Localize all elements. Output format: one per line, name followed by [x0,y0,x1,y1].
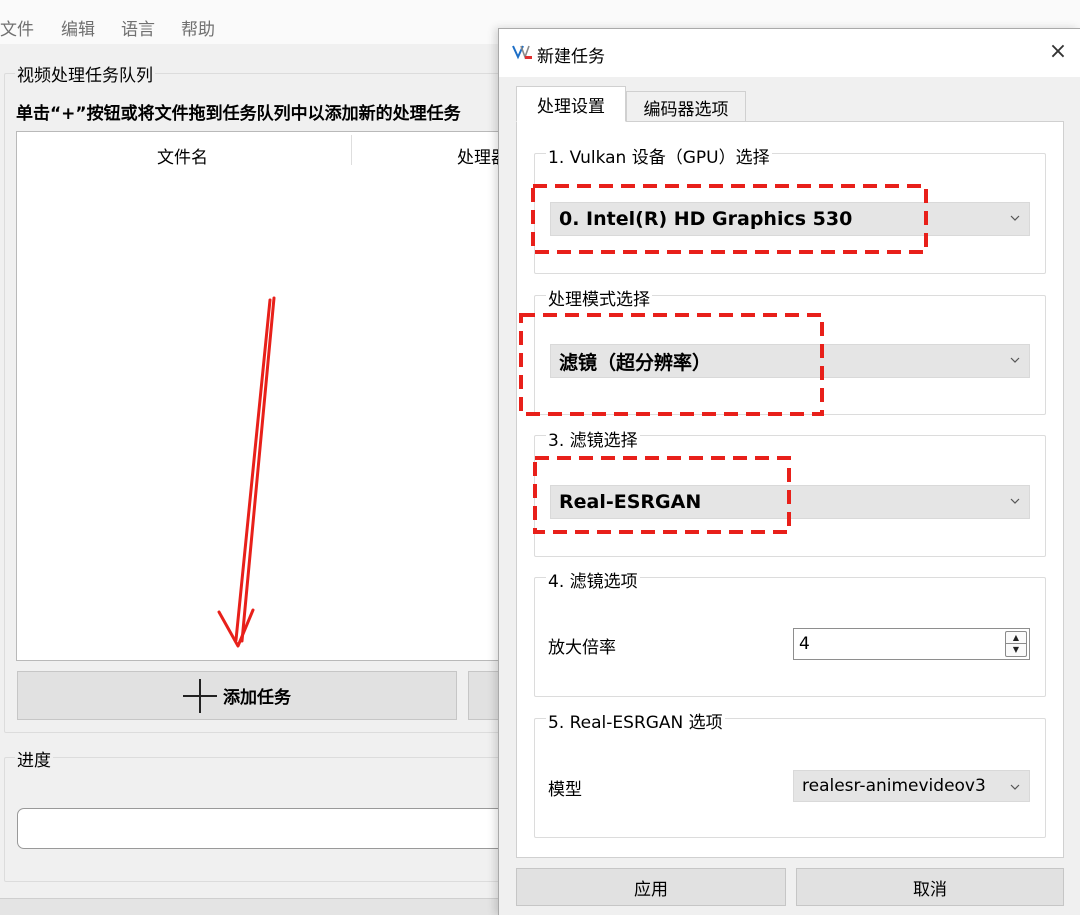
model-label: 模型 [548,780,582,800]
gpu-section-title: 1. Vulkan 设备（GPU）选择 [546,143,772,168]
plus-icon [183,678,217,713]
cancel-label: 取消 [913,879,947,900]
chevron-down-icon [1010,357,1020,363]
menu-help[interactable]: 帮助 [181,15,215,40]
mode-select-value: 滤镜（超分辨率） [559,351,712,374]
queue-hint: 单击“+”按钮或将文件拖到任务队列中以添加新的处理任务 [16,104,461,124]
add-task-button[interactable]: 添加任务 [17,671,457,720]
tab-label: 处理设置 [537,96,605,117]
mode-section-title: 处理模式选择 [546,285,652,310]
chevron-down-icon [1010,784,1020,790]
column-separator [351,135,352,165]
apply-button[interactable]: 应用 [516,868,786,906]
app-icon [512,45,532,60]
spin-buttons: ▲ ▼ [1005,631,1027,657]
scale-spinbox[interactable]: 4 ▲ ▼ [793,628,1030,660]
apply-label: 应用 [634,879,668,900]
new-task-dialog: 新建任务 × 处理设置 编码器选项 1. Vulkan 设备（GPU）选择 0.… [498,28,1080,915]
filter-section-title: 3. 滤镜选择 [546,426,640,451]
tab-encoder-options[interactable]: 编码器选项 [626,91,746,122]
scale-label: 放大倍率 [548,638,616,658]
bottom-strip [0,898,500,915]
mode-select[interactable]: 滤镜（超分辨率） [550,344,1030,378]
filter-select-value: Real-ESRGAN [559,491,702,513]
column-filename[interactable]: 文件名 [157,143,208,168]
queue-group-title: 视频处理任务队列 [15,61,155,86]
task-table[interactable]: 文件名 处理器 [16,131,516,661]
chevron-down-icon [1010,498,1020,504]
gpu-select-value: 0. Intel(R) HD Graphics 530 [559,208,853,230]
tab-label: 编码器选项 [643,99,729,120]
progress-bar [17,808,517,849]
gpu-select[interactable]: 0. Intel(R) HD Graphics 530 [550,202,1030,236]
model-select-value: realesr-animevideov3 [802,776,986,796]
add-task-label: 添加任务 [223,688,291,708]
filter-options-title: 4. 滤镜选项 [546,567,640,592]
chevron-down-icon [1010,215,1020,221]
spin-up-icon[interactable]: ▲ [1006,632,1026,644]
spin-down-icon[interactable]: ▼ [1006,644,1026,656]
dialog-titlebar: 新建任务 × [499,29,1080,77]
model-select[interactable]: realesr-animevideov3 [793,770,1030,802]
progress-group-title: 进度 [15,746,53,771]
tab-processing-settings[interactable]: 处理设置 [516,86,626,122]
tab-panel: 1. Vulkan 设备（GPU）选择 0. Intel(R) HD Graph… [516,121,1064,858]
filter-select[interactable]: Real-ESRGAN [550,485,1030,519]
menu-edit[interactable]: 编辑 [61,15,95,40]
esrgan-options-title: 5. Real-ESRGAN 选项 [546,708,725,733]
dialog-title: 新建任务 [537,47,605,67]
menu-file[interactable]: 文件 [0,15,34,40]
menu-language[interactable]: 语言 [121,15,155,40]
close-icon[interactable]: × [1045,39,1071,65]
scale-value: 4 [799,634,810,654]
cancel-button[interactable]: 取消 [796,868,1064,906]
